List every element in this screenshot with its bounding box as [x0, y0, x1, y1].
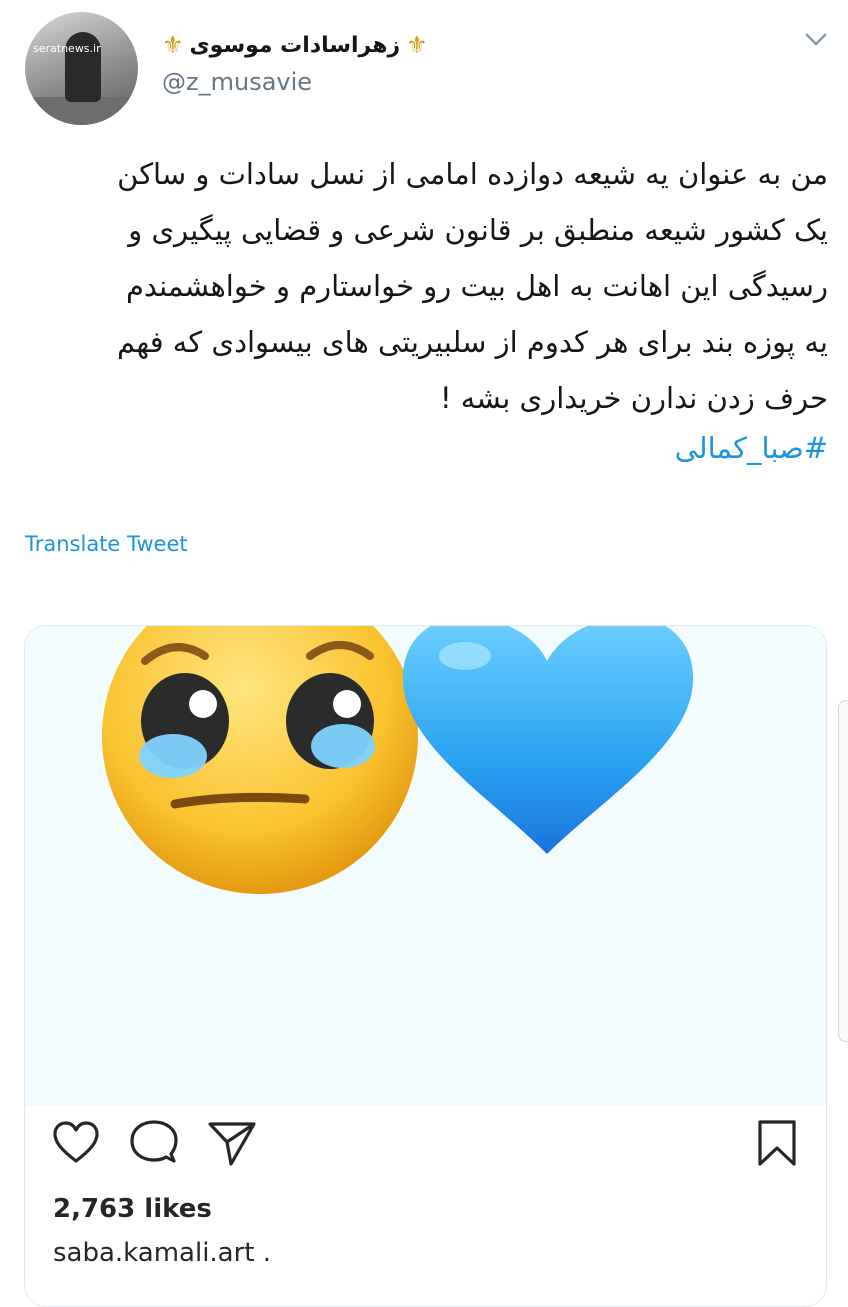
blue-heart-emoji: [402, 626, 694, 854]
author-handle[interactable]: @z_musavie: [162, 68, 312, 96]
post-owner-caption[interactable]: saba.kamali.art .: [53, 1238, 271, 1268]
translate-tweet-link[interactable]: Translate Tweet: [25, 532, 188, 556]
author-display-name[interactable]: زهراسادات موسوی: [190, 33, 401, 58]
tweet-text-line: رسیدگی این اهانت به اهل بیت رو خواستارم …: [125, 269, 828, 303]
bookmark-icon[interactable]: [752, 1118, 802, 1168]
author-name-row[interactable]: ⚜ زهراسادات موسوی ⚜: [162, 28, 428, 62]
tweet-text-line: یک کشور شیعه منطبق بر قانون شرعی و قضایی…: [128, 213, 828, 247]
tweet-text: من به عنوان یه شیعه دوازده امامی از نسل …: [20, 146, 828, 426]
hashtag-link[interactable]: #صبا_کمالی: [20, 420, 828, 476]
tweet-text-line: من به عنوان یه شیعه دوازده امامی از نسل …: [117, 157, 828, 191]
share-icon[interactable]: [207, 1118, 257, 1168]
chevron-down-icon[interactable]: [803, 26, 829, 52]
comment-icon[interactable]: [129, 1118, 179, 1168]
post-action-bar: [25, 1118, 826, 1178]
tweet-text-line: حرف زدن ندارن خریداری بشه !: [439, 381, 828, 415]
fleur-de-lis-icon: ⚜: [162, 31, 184, 59]
author-avatar[interactable]: seratnews.ir: [25, 12, 138, 125]
heart-icon[interactable]: [51, 1118, 101, 1168]
embedded-instagram-card[interactable]: 2,763 likes saba.kamali.art .: [24, 625, 827, 1307]
fleur-de-lis-icon: ⚜: [406, 31, 428, 59]
pleading-face-emoji: [102, 626, 418, 894]
likes-count[interactable]: 2,763 likes: [53, 1194, 212, 1224]
avatar-watermark: seratnews.ir: [33, 42, 101, 55]
media-illustration: [102, 626, 694, 894]
side-edge-element: [838, 700, 848, 1042]
tweet-text-line: یه پوزه بند برای هر کدوم از سلبیریتی های…: [117, 325, 828, 359]
post-media-image[interactable]: [25, 626, 826, 1106]
